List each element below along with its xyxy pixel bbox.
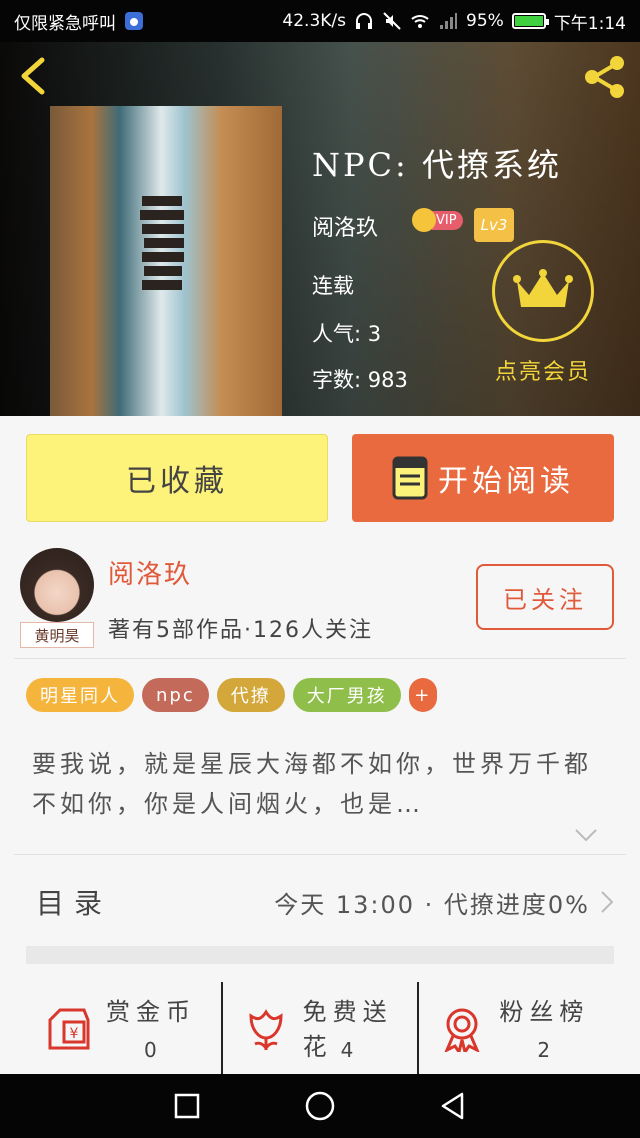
recent-apps-square-icon[interactable] [171,1090,203,1122]
net-speed: 42.3K/s [282,11,347,31]
signal-icon [440,13,458,29]
tag-item[interactable]: npc [142,678,209,712]
status-left-text: 仅限紧急呼叫 [14,13,116,34]
collect-button[interactable]: 已收藏 [26,434,328,522]
tag-item[interactable]: 明星同人 [26,678,134,712]
home-circle-icon[interactable] [304,1090,336,1122]
stat-fan-ranking[interactable]: 粉丝榜 2 [417,982,614,1074]
back-arrow-icon[interactable] [14,54,54,98]
table-of-contents-row[interactable]: 目录 今天 13:00 · 代撩进度0% [26,854,614,950]
book-header: NPC: 代撩系统 阅洛玖 VIP Lv3 连载 人气: 3 字数: 983 点… [0,42,640,416]
stat-label: 赏金币 [106,998,196,1026]
wifi-icon [411,15,429,28]
chevron-right-icon [601,891,614,913]
follow-button[interactable]: 已关注 [476,564,614,630]
battery-icon [511,13,549,29]
stat-reward-coins[interactable]: ¥ 赏金币 0 [26,982,221,1074]
avatar[interactable] [20,548,94,622]
system-navigation-bar [0,1074,640,1138]
red-envelope-icon: ¥ [48,1008,90,1050]
clock: 下午1:14 [553,13,626,34]
stat-value: 2 [537,1038,551,1062]
divider [14,658,626,659]
start-reading-button[interactable]: 开始阅读 [352,434,614,522]
level-badge: Lv3 [474,208,514,242]
tag-item[interactable]: 大厂男孩 [292,678,401,712]
toc-label: 目录 [36,887,113,920]
serial-status: 连载 [312,274,354,298]
back-triangle-icon[interactable] [437,1090,469,1122]
section-separator [26,946,614,964]
headphones-icon [356,13,373,29]
member-button[interactable]: 点亮会员 [488,240,598,386]
stats-bar: ¥ 赏金币 0 免费送花 4 粉丝榜 2 [26,982,614,1074]
expand-chevron-down-icon[interactable] [574,828,598,842]
crown-icon [412,208,436,232]
medal-icon [444,1008,480,1052]
cover-artwork [140,196,184,290]
word-count: 字数: 983 [312,368,408,392]
stat-value: 0 [144,1038,157,1062]
start-reading-label: 开始阅读 [438,464,574,499]
book-intro[interactable]: 要我说，就是星辰大海都不如你，世界万千都不如你，你是人间烟火，也是… [32,744,592,824]
avatar-tag: 黄明昊 [20,622,94,648]
battery-percent: 95% [466,11,504,31]
mute-icon [383,12,401,30]
book-detail-panel: 已收藏 开始阅读 黄明昊 阅洛玖 著有5部作品·126人关注 已关注 明星同人 … [0,416,640,1074]
book-author[interactable]: 阅洛玖 [312,210,378,242]
stat-label: 粉丝榜 [499,998,590,1026]
share-icon[interactable] [580,52,630,102]
toc-status: 今天 13:00 · 代撩进度0% [274,890,590,919]
book-title: NPC: 代撩系统 [312,146,562,184]
stat-label: 免费送花 [302,998,393,1061]
book-cover[interactable] [50,106,282,416]
svg-text:¥: ¥ [70,1026,79,1042]
baidu-app-icon [125,12,143,30]
stat-free-flowers[interactable]: 免费送花 4 [220,982,418,1074]
stat-value: 4 [340,1038,354,1062]
author-name-link[interactable]: 阅洛玖 [108,554,192,591]
flower-icon [249,1009,283,1050]
book-icon [392,456,428,500]
add-tag-button[interactable]: + [408,678,437,712]
popularity: 人气: 3 [312,322,382,346]
member-label: 点亮会员 [494,360,591,385]
vip-badge: VIP [412,208,463,232]
author-works: 著有5部作品·126人关注 [108,618,373,643]
crown-icon [513,269,573,307]
tag-list: 明星同人 npc 代撩 大厂男孩 + [26,678,437,712]
tag-item[interactable]: 代撩 [216,678,285,712]
status-bar: 仅限紧急呼叫 42.3K/s 95% 下午1:14 [0,0,640,42]
